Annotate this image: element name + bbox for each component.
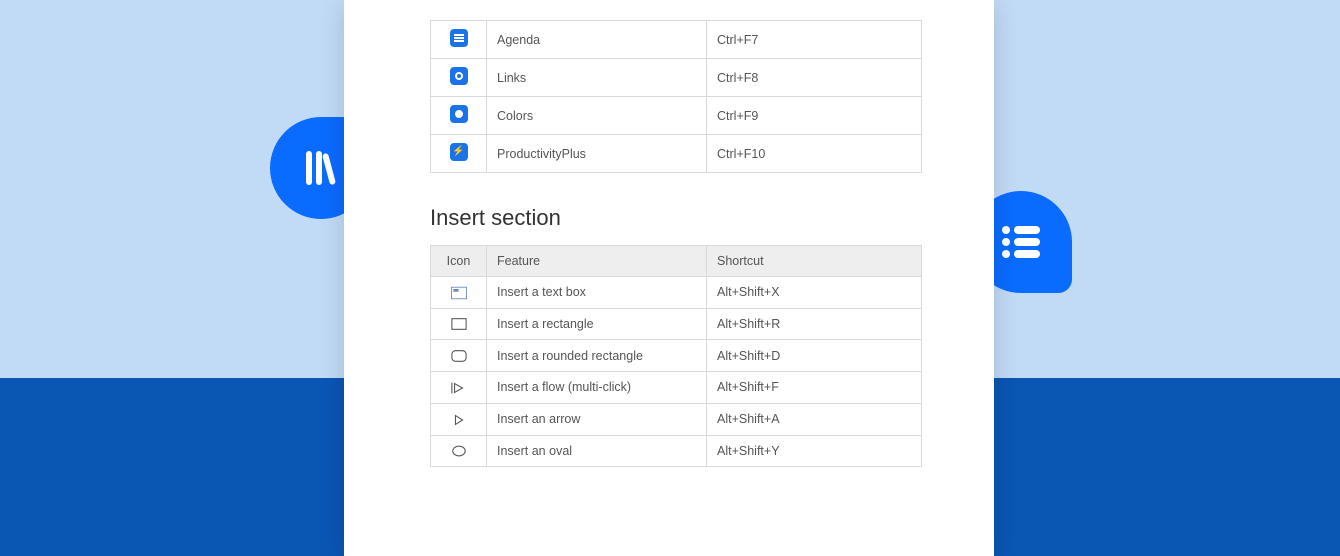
table-row: Insert an oval Alt+Shift+Y <box>431 435 922 467</box>
feature-cell: Insert a flow (multi-click) <box>487 372 707 404</box>
rectangle-icon <box>451 317 467 331</box>
table-row: Insert a text box Alt+Shift+X <box>431 277 922 309</box>
shortcut-cell: Alt+Shift+F <box>707 372 922 404</box>
table-row: Insert a rounded rectangle Alt+Shift+D <box>431 340 922 372</box>
feature-cell: Insert an oval <box>487 435 707 467</box>
shortcut-cell: Alt+Shift+X <box>707 277 922 309</box>
insert-section-title: Insert section <box>430 205 944 231</box>
feature-cell: ProductivityPlus <box>487 135 707 173</box>
header-shortcut: Shortcut <box>707 246 922 277</box>
productivity-icon <box>450 143 468 161</box>
shortcut-cell: Ctrl+F10 <box>707 135 922 173</box>
arrow-icon <box>451 413 467 427</box>
table-header-row: Icon Feature Shortcut <box>431 246 922 277</box>
shortcut-cell: Alt+Shift+A <box>707 403 922 435</box>
table-row: Insert a flow (multi-click) Alt+Shift+F <box>431 372 922 404</box>
table-row: Colors Ctrl+F9 <box>431 97 922 135</box>
flow-icon <box>451 381 467 395</box>
top-section-table: Agenda Ctrl+F7 Links Ctrl+F8 Colors Ctrl… <box>430 20 922 173</box>
insert-section-table: Icon Feature Shortcut Insert a text box … <box>430 245 922 467</box>
table-row: Insert a rectangle Alt+Shift+R <box>431 308 922 340</box>
feature-cell: Insert a text box <box>487 277 707 309</box>
shortcut-cell: Alt+Shift+R <box>707 308 922 340</box>
feature-cell: Colors <box>487 97 707 135</box>
feature-cell: Agenda <box>487 21 707 59</box>
feature-cell: Insert an arrow <box>487 403 707 435</box>
colors-icon <box>450 105 468 123</box>
feature-cell: Insert a rectangle <box>487 308 707 340</box>
table-row: Links Ctrl+F8 <box>431 59 922 97</box>
feature-cell: Links <box>487 59 707 97</box>
shortcut-cell: Ctrl+F9 <box>707 97 922 135</box>
header-feature: Feature <box>487 246 707 277</box>
textbox-icon <box>451 286 467 300</box>
shortcut-cell: Ctrl+F7 <box>707 21 922 59</box>
rounded-rectangle-icon <box>451 349 467 363</box>
document-page: Agenda Ctrl+F7 Links Ctrl+F8 Colors Ctrl… <box>344 0 994 556</box>
oval-icon <box>451 444 467 458</box>
table-row: Agenda Ctrl+F7 <box>431 21 922 59</box>
shortcut-cell: Alt+Shift+Y <box>707 435 922 467</box>
shortcut-cell: Alt+Shift+D <box>707 340 922 372</box>
links-icon <box>450 67 468 85</box>
header-icon: Icon <box>431 246 487 277</box>
table-row: ProductivityPlus Ctrl+F10 <box>431 135 922 173</box>
agenda-icon <box>450 29 468 47</box>
shortcut-cell: Ctrl+F8 <box>707 59 922 97</box>
feature-cell: Insert a rounded rectangle <box>487 340 707 372</box>
table-row: Insert an arrow Alt+Shift+A <box>431 403 922 435</box>
